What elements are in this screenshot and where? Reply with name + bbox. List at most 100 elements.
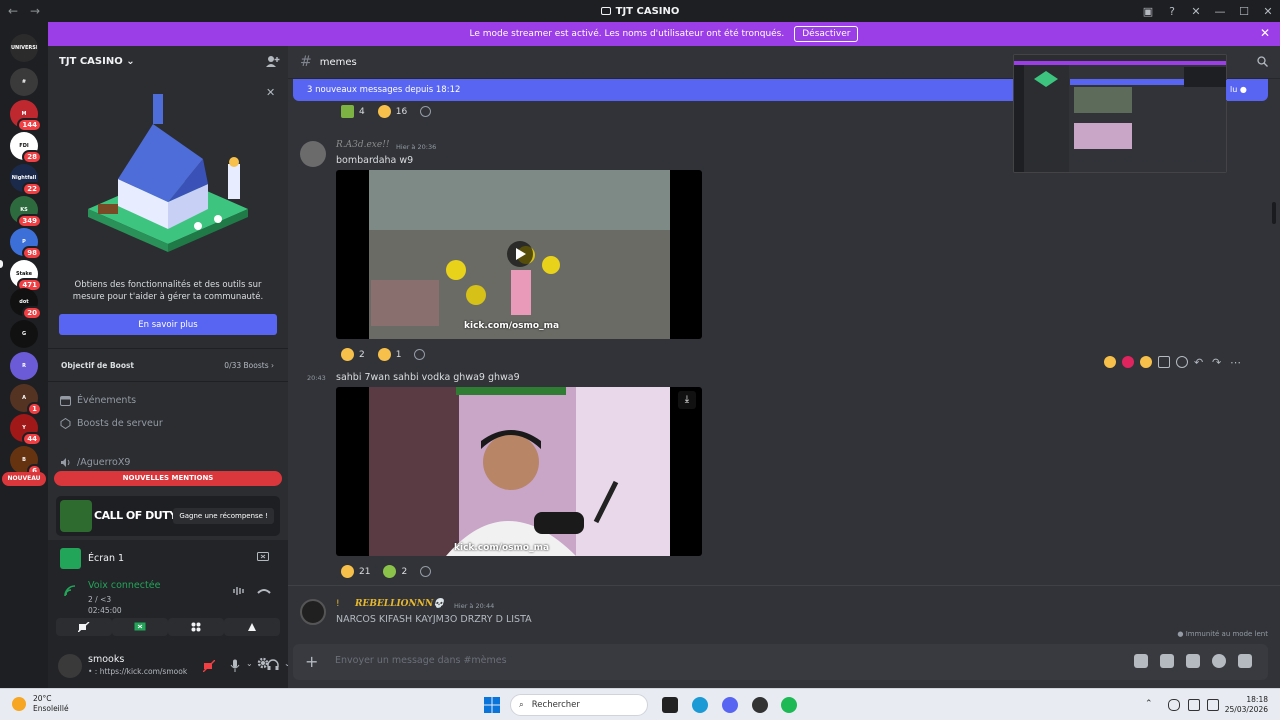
- author-name[interactable]: REBELLIONNN💀: [355, 599, 444, 609]
- boost-goal[interactable]: Objectif de Boost 0/33 Boosts ›: [48, 348, 288, 382]
- windows-start-icon[interactable]: [484, 697, 500, 713]
- server-icon[interactable]: UNIVERSE: [10, 34, 38, 62]
- help-icon[interactable]: ?: [1160, 5, 1184, 18]
- stream-preview[interactable]: [1013, 54, 1227, 173]
- reply-icon[interactable]: ↶: [1194, 356, 1206, 369]
- message-composer[interactable]: + Envoyer un message dans #mèmes: [293, 644, 1268, 680]
- close-promo-icon[interactable]: ✕: [266, 86, 275, 99]
- get-reward-button[interactable]: Gagne une récompense !: [173, 508, 274, 524]
- server-icon[interactable]: #: [10, 68, 38, 96]
- disable-streamer-button[interactable]: Désactiver: [794, 26, 859, 42]
- edge-browser-icon[interactable]: [692, 697, 708, 713]
- server-icon[interactable]: Nightfall 22: [10, 164, 42, 196]
- server-name-button[interactable]: TJT CASINO ⌄: [59, 56, 135, 67]
- reaction-emoji[interactable]: [383, 565, 397, 578]
- close-banner-icon[interactable]: ✕: [1260, 26, 1270, 40]
- add-reaction-icon[interactable]: [1176, 356, 1188, 368]
- soundboard-button[interactable]: [224, 618, 280, 636]
- new-mentions-pill[interactable]: NOUVELLES MENTIONS: [54, 471, 282, 486]
- learn-more-button[interactable]: En savoir plus: [59, 314, 277, 335]
- scrollbar-thumb[interactable]: [1272, 202, 1276, 224]
- screen-share-row[interactable]: Écran 1: [60, 548, 124, 569]
- server-icon[interactable]: Stake 471: [10, 260, 42, 292]
- search-icon: ⌕: [519, 700, 524, 710]
- tray-overflow-icon[interactable]: ⌃: [1145, 699, 1153, 709]
- laugh-emoji[interactable]: [1140, 356, 1152, 368]
- stop-stream-icon[interactable]: [257, 552, 269, 562]
- reaction-emoji[interactable]: [341, 348, 354, 361]
- server-icon[interactable]: G: [10, 320, 38, 348]
- stream-button[interactable]: [112, 618, 168, 636]
- taskbar-search[interactable]: ⌕ Rechercher: [510, 694, 648, 716]
- obs-app-icon[interactable]: [752, 697, 768, 713]
- noise-suppression-icon[interactable]: [233, 586, 245, 596]
- close-window-button[interactable]: ✕: [1256, 5, 1280, 18]
- add-reaction-icon[interactable]: [414, 349, 426, 360]
- reaction-emoji[interactable]: [341, 565, 354, 578]
- add-reaction-icon[interactable]: [420, 106, 432, 117]
- emoji-icon[interactable]: [1212, 654, 1226, 668]
- server-icon[interactable]: B6: [10, 446, 42, 478]
- apps-icon[interactable]: [1238, 654, 1252, 668]
- quick-react-emoji[interactable]: [1104, 356, 1116, 368]
- volume-icon[interactable]: [1207, 699, 1219, 711]
- nav-voice-channel[interactable]: /AguerroX9: [60, 457, 130, 468]
- add-attachment-icon[interactable]: +: [305, 652, 318, 671]
- server-icon[interactable]: R: [10, 352, 38, 380]
- voice-status[interactable]: Voix connectée: [88, 580, 160, 591]
- user-name[interactable]: smooks: [88, 654, 124, 665]
- author-avatar[interactable]: [300, 599, 326, 625]
- settings-gear-icon[interactable]: [256, 656, 270, 670]
- new-unreads-pill[interactable]: NOUVEAU: [2, 472, 46, 486]
- invite-people-icon[interactable]: [266, 55, 280, 67]
- screen-share-icon[interactable]: ▣: [1136, 5, 1160, 18]
- server-icon[interactable]: P 98: [10, 228, 42, 260]
- mark-read-button[interactable]: lu ●: [1226, 80, 1262, 100]
- video-embed[interactable]: ⤓ kick.com/osmo_ma: [336, 387, 702, 556]
- minimize-button[interactable]: —: [1208, 5, 1232, 18]
- server-icon[interactable]: FDI 28: [10, 132, 42, 164]
- spotify-app-icon[interactable]: [781, 697, 797, 713]
- maximize-button[interactable]: ☐: [1232, 5, 1256, 18]
- gift-icon[interactable]: [1134, 654, 1148, 668]
- heart-emoji[interactable]: [1122, 356, 1134, 368]
- add-reaction-icon[interactable]: [420, 566, 432, 577]
- server-icon[interactable]: Y 44: [10, 414, 42, 446]
- microphone-tray-icon[interactable]: [1168, 699, 1180, 711]
- download-icon[interactable]: ⤓: [678, 391, 696, 409]
- forward-arrow-icon[interactable]: →: [30, 4, 44, 18]
- discord-app-icon[interactable]: [722, 697, 738, 713]
- video-embed[interactable]: kick.com/osmo_ma: [336, 170, 702, 339]
- author-name[interactable]: R.A3d.exe!!: [336, 140, 389, 150]
- server-icon[interactable]: KS 349: [10, 196, 42, 228]
- camera-muted-icon[interactable]: [203, 660, 215, 672]
- search-icon[interactable]: [1257, 56, 1268, 67]
- back-arrow-icon[interactable]: ←: [8, 4, 22, 18]
- disconnect-icon[interactable]: [257, 587, 271, 595]
- sticker-icon[interactable]: [1186, 654, 1200, 668]
- reaction-emoji[interactable]: [377, 105, 391, 118]
- microphone-icon[interactable]: [230, 659, 240, 672]
- app-icon[interactable]: [1158, 356, 1170, 368]
- task-view-icon[interactable]: [662, 697, 678, 713]
- author-avatar[interactable]: [300, 141, 326, 167]
- forward-icon[interactable]: ↷: [1212, 356, 1224, 369]
- gif-icon[interactable]: [1160, 654, 1174, 668]
- call-of-duty-ad[interactable]: CALL OF DUTY Gagne une récompense !: [56, 496, 280, 536]
- user-avatar[interactable]: [58, 654, 82, 678]
- tools-icon[interactable]: ✕: [1184, 5, 1208, 18]
- network-icon[interactable]: [1188, 699, 1200, 711]
- more-options-icon[interactable]: ⋯: [1230, 356, 1242, 369]
- nav-server-boosts[interactable]: Boosts de serveur: [60, 418, 163, 429]
- weather-widget[interactable]: 20°C Ensoleillé: [12, 694, 69, 714]
- reaction-emoji[interactable]: [377, 348, 391, 361]
- server-icon[interactable]: dot 20: [10, 288, 42, 320]
- camera-off-button[interactable]: [56, 618, 112, 636]
- taskbar-clock[interactable]: 18:18 25/03/2026: [1225, 695, 1268, 715]
- mic-options-icon[interactable]: ⌄: [246, 659, 253, 668]
- server-icon[interactable]: A1: [10, 384, 42, 416]
- activities-button[interactable]: [168, 618, 224, 636]
- nav-events[interactable]: Événements: [60, 395, 136, 406]
- reaction-emoji[interactable]: [341, 105, 354, 118]
- server-icon[interactable]: M 144: [10, 100, 42, 132]
